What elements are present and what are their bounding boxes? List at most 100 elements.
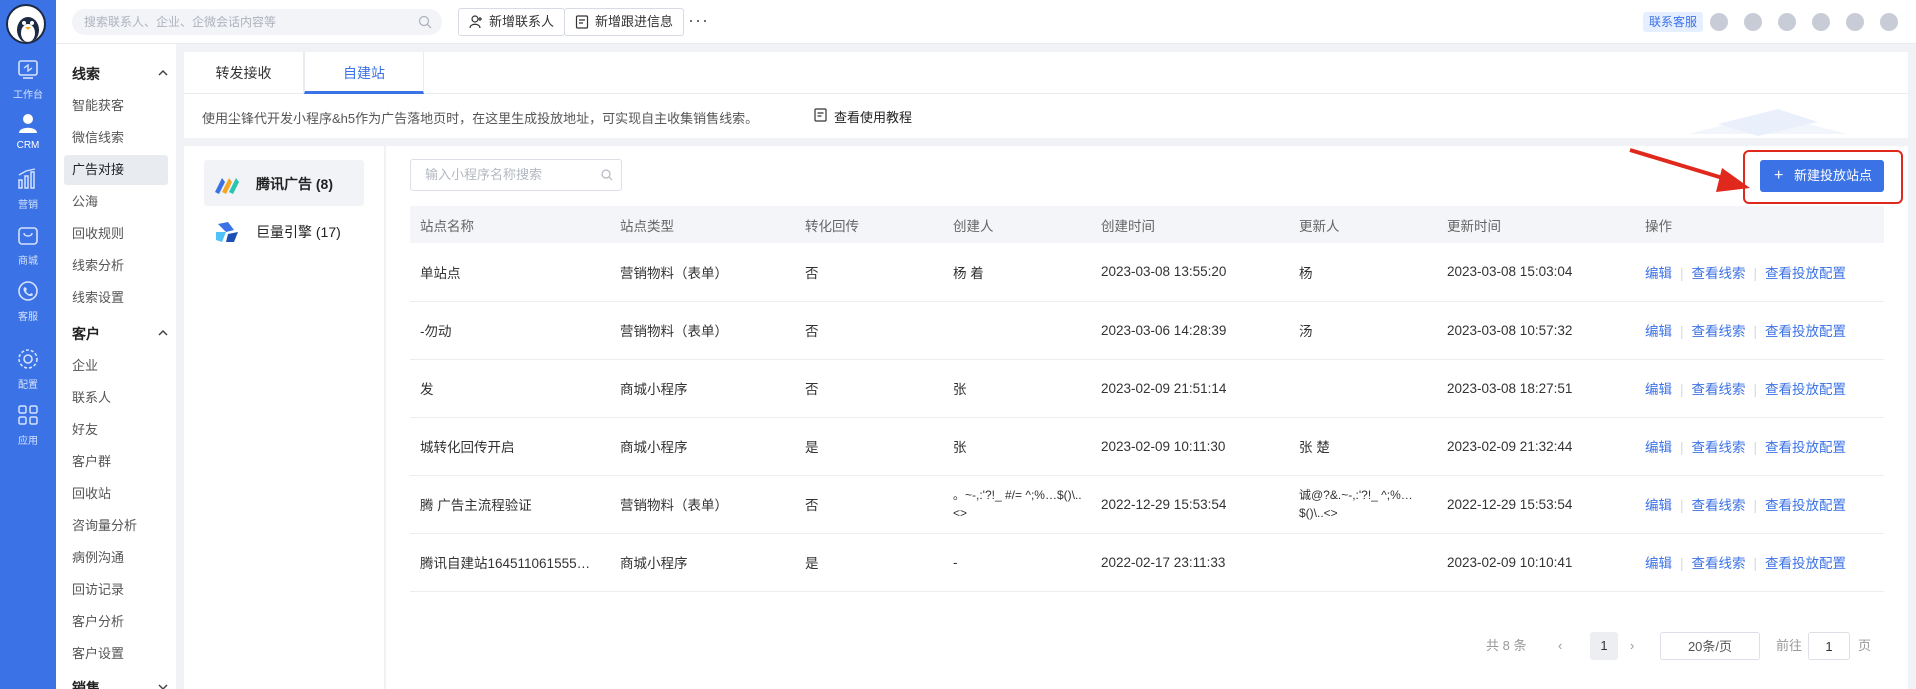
status-icon[interactable]: [1710, 13, 1728, 31]
app-logo[interactable]: [6, 4, 46, 44]
sidebar-item-revisit-records[interactable]: 回访记录: [64, 575, 168, 605]
gear-icon: [18, 349, 38, 369]
banner-text: 使用尘锋代开发小程序&h5作为广告落地页时，在这里生成投放地址，可实现自主收集销…: [202, 111, 759, 126]
sidebar-item-contacts[interactable]: 联系人: [64, 383, 168, 413]
view-leads-link[interactable]: 查看线索: [1692, 382, 1746, 397]
view-leads-link[interactable]: 查看线索: [1692, 324, 1746, 339]
next-page-icon[interactable]: ›: [1630, 632, 1634, 660]
sidebar-group-sales[interactable]: 销售: [72, 678, 168, 689]
sidebar-item-lead-analysis[interactable]: 线索分析: [64, 251, 168, 281]
edit-link[interactable]: 编辑: [1645, 498, 1672, 513]
more-menu-icon[interactable]: ···: [688, 10, 709, 31]
app-rail: 工作台 CRM 营销 商城 客服 配置 应用: [0, 0, 56, 689]
cell-created-time: 2023-02-09 10:11:30: [1091, 417, 1289, 476]
cell-creator: 杨 着: [943, 243, 1091, 302]
view-config-link[interactable]: 查看投放配置: [1765, 266, 1846, 281]
rail-item-apps[interactable]: 应用: [0, 402, 56, 447]
sidebar-item-ad-integration[interactable]: 广告对接: [64, 155, 168, 185]
cell-updater: [1289, 359, 1437, 418]
tab-forward-receive[interactable]: 转发接收: [184, 52, 304, 94]
sidebar-group-customers[interactable]: 客户: [72, 324, 168, 344]
sidebar-item-recycle-bin[interactable]: 回收站: [64, 479, 168, 509]
view-leads-link[interactable]: 查看线索: [1692, 266, 1746, 281]
new-site-button[interactable]: + 新建投放站点: [1760, 160, 1884, 192]
edit-link[interactable]: 编辑: [1645, 266, 1672, 281]
global-search-input[interactable]: 搜索联系人、企业、企微会话内容等: [72, 9, 442, 35]
rail-item-config[interactable]: 配置: [0, 346, 56, 391]
sidebar-item-customer-settings[interactable]: 客户设置: [64, 639, 168, 669]
view-config-link[interactable]: 查看投放配置: [1765, 498, 1846, 513]
table-row: 单站点 营销物料（表单） 否 杨 着 2023-03-08 13:55:20 杨…: [410, 243, 1884, 302]
edit-link[interactable]: 编辑: [1645, 324, 1672, 339]
channel-ocean-engine[interactable]: 巨量引擎 (17): [204, 208, 364, 254]
table-row: 城转化回传开启 商城小程序 是 张 2023-02-09 10:11:30 张 …: [410, 417, 1884, 476]
sidebar-item-customer-analysis[interactable]: 客户分析: [64, 607, 168, 637]
rail-item-crm[interactable]: CRM: [0, 110, 56, 151]
view-tutorial-link[interactable]: 查看使用教程: [814, 107, 912, 126]
add-contact-label: 新增联系人: [489, 14, 555, 29]
sidebar-group-leads[interactable]: 线索: [72, 64, 168, 84]
bell-icon[interactable]: [1778, 13, 1796, 31]
page-number[interactable]: 1: [1590, 632, 1618, 660]
rail-item-dashboard[interactable]: 工作台: [0, 56, 56, 101]
sidebar-item-case-communication[interactable]: 病例沟通: [64, 543, 168, 573]
chart-icon: [18, 168, 36, 189]
rail-item-shop[interactable]: 商城: [0, 222, 56, 267]
channel-tencent-ads[interactable]: 腾讯广告 (8): [204, 160, 364, 206]
sidebar-item-wechat-leads[interactable]: 微信线索: [64, 123, 168, 153]
tab-self-built-site[interactable]: 自建站: [304, 52, 424, 94]
goto-page-input[interactable]: 1: [1808, 632, 1850, 660]
divider: |: [1680, 324, 1684, 339]
add-contact-button[interactable]: 新增联系人: [458, 8, 566, 36]
col-site-type: 站点类型: [610, 206, 795, 243]
col-conversion: 转化回传: [795, 206, 943, 243]
mini-program-search-input[interactable]: 输入小程序名称搜索: [410, 159, 622, 191]
cell-actions: 编辑 | 查看线索 | 查看投放配置: [1635, 475, 1884, 534]
sidebar-item-smart-acquire[interactable]: 智能获客: [64, 91, 168, 121]
view-config-link[interactable]: 查看投放配置: [1765, 324, 1846, 339]
contact-support-button[interactable]: 联系客服: [1643, 12, 1704, 32]
sidebar-item-customer-groups[interactable]: 客户群: [64, 447, 168, 477]
table-header-row: 站点名称 站点类型 转化回传 创建人 创建时间 更新人 更新时间 操作: [410, 206, 1884, 243]
edit-link[interactable]: 编辑: [1645, 382, 1672, 397]
cell-site-type: 营销物料（表单）: [610, 301, 795, 360]
view-config-link[interactable]: 查看投放配置: [1765, 556, 1846, 571]
info-icon[interactable]: [1846, 13, 1864, 31]
shop-icon: [18, 227, 38, 245]
tab-bar: 转发接收 自建站: [184, 52, 1908, 94]
sidebar-item-friends[interactable]: 好友: [64, 415, 168, 445]
sidebar-item-inquiry-analysis[interactable]: 咨询量分析: [64, 511, 168, 541]
col-actions: 操作: [1635, 206, 1884, 243]
rail-item-service[interactable]: 客服: [0, 278, 56, 323]
edit-link[interactable]: 编辑: [1645, 440, 1672, 455]
rail-item-marketing[interactable]: 营销: [0, 166, 56, 211]
rail-label: 工作台: [13, 90, 43, 101]
apps-icon: [18, 405, 38, 425]
share-icon[interactable]: [1744, 13, 1762, 31]
sidebar-group-label: 客户: [72, 326, 100, 342]
edit-link[interactable]: 编辑: [1645, 556, 1672, 571]
sidebar-item-recycle-rules[interactable]: 回收规则: [64, 219, 168, 249]
view-leads-link[interactable]: 查看线索: [1692, 498, 1746, 513]
sidebar-item-enterprise[interactable]: 企业: [64, 351, 168, 381]
view-config-link[interactable]: 查看投放配置: [1765, 440, 1846, 455]
add-followup-button[interactable]: 新增跟进信息: [564, 8, 685, 36]
channel-label: 腾讯广告 (8): [256, 176, 333, 192]
cell-updater: 张 楚: [1289, 417, 1437, 476]
table-row: -勿动 营销物料（表单） 否 2023-03-06 14:28:39 汤 202…: [410, 301, 1884, 360]
goto-suffix: 页: [1858, 638, 1872, 653]
sidebar-item-public-pool[interactable]: 公海: [64, 187, 168, 217]
view-leads-link[interactable]: 查看线索: [1692, 440, 1746, 455]
sidebar-item-lead-settings[interactable]: 线索设置: [64, 283, 168, 313]
wechat-icon[interactable]: [1812, 13, 1830, 31]
view-config-link[interactable]: 查看投放配置: [1765, 382, 1846, 397]
prev-page-icon[interactable]: ‹: [1558, 632, 1562, 660]
download-icon[interactable]: [1880, 13, 1898, 31]
page-size-select[interactable]: 20条/页: [1660, 632, 1760, 660]
divider: |: [1680, 498, 1684, 513]
cell-updater: 汤: [1289, 301, 1437, 360]
view-leads-link[interactable]: 查看线索: [1692, 556, 1746, 571]
table-row: 腾 广告主流程验证 营销物料（表单） 否 。~-,:'?!_ #/= ^;%…$…: [410, 475, 1884, 534]
table-body: 单站点 营销物料（表单） 否 杨 着 2023-03-08 13:55:20 杨…: [410, 243, 1884, 592]
divider: |: [1680, 382, 1684, 397]
